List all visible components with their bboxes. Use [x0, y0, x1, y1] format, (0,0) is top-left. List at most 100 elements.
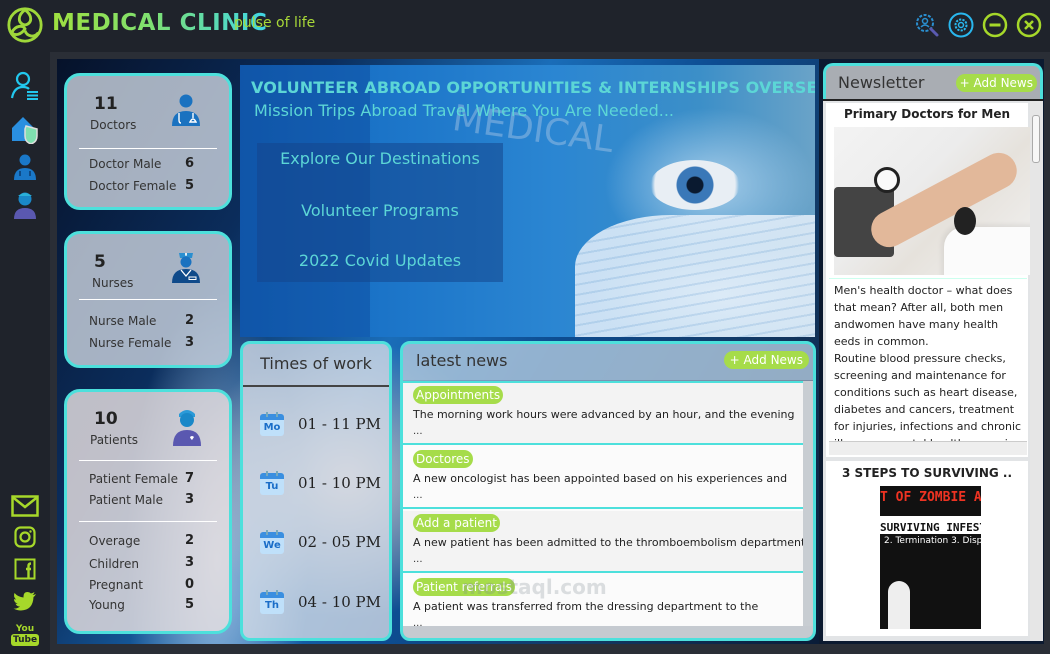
patients-count: 10	[94, 409, 118, 429]
newsletter-title: Newsletter	[838, 73, 925, 92]
minimize-button[interactable]	[982, 12, 1008, 38]
zombie-poster-image: T OF ZOMBIE AT SURVIVING INFESTA 2. Term…	[880, 486, 981, 629]
nurse-icon	[172, 253, 200, 283]
user-list-icon	[10, 71, 38, 100]
doctors-count: 11	[94, 94, 118, 114]
settings-button[interactable]	[948, 12, 974, 38]
newsletter-article[interactable]: Primary Doctors for Men Men's health doc…	[826, 103, 1032, 457]
article-body: Men's health doctor – what does that mea…	[834, 284, 1022, 441]
time-row: Tu 01 - 10 PM	[260, 470, 381, 496]
newsletter-vertical-scrollbar[interactable]	[1030, 101, 1043, 641]
card-divider	[79, 521, 217, 522]
instagram-icon	[14, 526, 36, 548]
nav-users-list[interactable]	[10, 71, 40, 101]
calendar-icon: Tu	[260, 471, 284, 495]
pregnant-label: Pregnant	[89, 578, 143, 592]
poster-subheadline-bar: SURVIVING INFESTA	[880, 516, 981, 534]
facebook-link[interactable]	[11, 556, 39, 582]
hours: 02 - 05 PM	[298, 533, 381, 551]
nurses-label: Nurses	[92, 276, 134, 290]
article-horizontal-scrollbar[interactable]	[829, 441, 1027, 455]
explore-destinations-link[interactable]: Explore Our Destinations	[257, 149, 503, 168]
doctors-card[interactable]: 11 Doctors Doctor Male 6 Doctor Female 5	[64, 73, 232, 210]
minimize-icon	[982, 12, 1008, 38]
newsletter-panel: Newsletter + Add News Primary Doctors fo…	[823, 63, 1043, 643]
volunteer-programs-link[interactable]: Volunteer Programs	[257, 201, 503, 220]
doctor-icon	[14, 154, 36, 180]
newsletter-body: Primary Doctors for Men Men's health doc…	[823, 99, 1043, 641]
facebook-icon	[14, 558, 36, 580]
news-item[interactable]: Appointments The morning work hours were…	[403, 383, 803, 445]
patient-female-value: 7	[185, 471, 195, 486]
patients-card[interactable]: 10 Patients Patient Female 7 Patient Mal…	[64, 389, 232, 634]
search-user-button[interactable]	[914, 12, 940, 38]
nurses-card[interactable]: 5 Nurses Nurse Male 2 Nurse Female 3	[64, 231, 232, 368]
youtube-link[interactable]: You Tube	[10, 620, 40, 650]
patient-icon	[173, 410, 201, 446]
hours: 01 - 11 PM	[298, 415, 381, 433]
news-item[interactable]: Doctores A new oncologist has been appoi…	[403, 447, 803, 509]
youtube-icon-bottom: Tube	[10, 634, 40, 646]
doctor-female-label: Doctor Female	[89, 179, 177, 193]
time-row: Th 04 - 10 PM	[260, 589, 381, 615]
nav-doctor[interactable]	[10, 152, 40, 182]
doctor-icon	[172, 94, 200, 126]
news-more[interactable]: ...	[413, 490, 423, 501]
calendar-icon: Mo	[260, 412, 284, 436]
doctors-label: Doctors	[90, 118, 137, 132]
covid-updates-link[interactable]: 2022 Covid Updates	[257, 251, 503, 270]
calendar-icon: Th	[260, 590, 284, 614]
gear-icon	[948, 12, 974, 38]
nurse-male-value: 2	[185, 313, 195, 328]
news-vertical-scrollbar[interactable]	[803, 381, 813, 628]
watermark: mostaql.com	[462, 575, 607, 599]
blood-pressure-image	[834, 127, 1032, 275]
newsletter-add-news-button[interactable]: + Add News	[955, 74, 1037, 92]
hours: 04 - 10 PM	[298, 593, 381, 611]
time-row: Mo 01 - 11 PM	[260, 411, 381, 437]
news-text: A patient was transferred from the dress…	[413, 600, 759, 613]
news-more[interactable]: ...	[413, 426, 423, 437]
close-icon	[1016, 12, 1042, 38]
news-tag[interactable]: Appointments	[413, 386, 504, 404]
banner-subtitle: Mission Trips Abroad Travel Where You Ar…	[254, 101, 675, 120]
news-item[interactable]: Add a patient A new patient has been adm…	[403, 511, 803, 573]
day-label: Th	[260, 598, 284, 614]
newsletter-article[interactable]: 3 STEPS TO SURVIVING .. T OF ZOMBIE AT S…	[826, 461, 1028, 636]
banner-eye-image	[650, 160, 740, 210]
news-tag[interactable]: Add a patient	[413, 514, 500, 532]
young-value: 5	[185, 597, 195, 612]
close-button[interactable]	[1016, 12, 1042, 38]
app-subtitle: pulse of life	[234, 15, 316, 31]
search-user-icon	[916, 14, 939, 37]
news-tag[interactable]: Doctores	[413, 450, 473, 468]
window-controls	[914, 12, 1042, 38]
email-link[interactable]	[11, 493, 39, 519]
banner-menu: Explore Our Destinations Volunteer Progr…	[257, 143, 503, 282]
nurse-female-label: Nurse Female	[89, 336, 172, 350]
calendar-icon: We	[260, 530, 284, 554]
times-of-work-panel: Times of work Mo 01 - 11 PM Tu 01 - 10 P…	[240, 341, 392, 641]
times-divider	[243, 385, 389, 387]
article-textbox[interactable]: Men's health doctor – what does that mea…	[829, 278, 1027, 441]
youtube-icon-top: You	[15, 624, 35, 634]
instagram-link[interactable]	[11, 524, 39, 550]
news-horizontal-scrollbar[interactable]	[403, 626, 813, 638]
children-value: 3	[185, 555, 195, 570]
nav-home-protected[interactable]	[10, 114, 40, 144]
banner-title: VOLUNTEER ABROAD OPPORTUNITIES & INTERNS…	[251, 78, 815, 97]
children-label: Children	[89, 557, 139, 571]
nav-patient[interactable]	[10, 190, 40, 220]
doctor-female-value: 5	[185, 178, 195, 193]
newsletter-scroll-thumb[interactable]	[1032, 115, 1040, 163]
time-row: We 02 - 05 PM	[260, 529, 381, 555]
patient-icon	[14, 192, 36, 219]
news-more[interactable]: ...	[413, 554, 423, 565]
email-icon	[11, 495, 39, 517]
twitter-link[interactable]	[11, 588, 39, 614]
card-divider	[79, 148, 217, 149]
doctor-male-label: Doctor Male	[89, 157, 162, 171]
nurse-female-value: 3	[185, 335, 195, 350]
young-label: Young	[89, 598, 125, 612]
add-news-button[interactable]: + Add News	[723, 351, 809, 369]
